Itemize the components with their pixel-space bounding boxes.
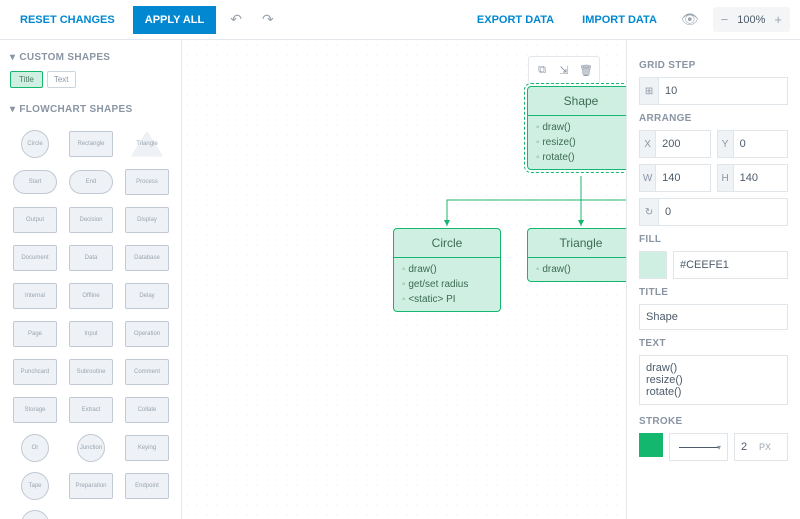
palette-storage[interactable]: Storage [10,393,60,427]
stroke-label: STROKE [639,416,788,427]
node-body: draw()resize()rotate() [528,116,626,169]
flowchart-shapes-header[interactable]: ▾FLOWCHART SHAPES [0,92,181,123]
node-body: draw()get/set radius<static> PI [394,258,500,311]
node-title: Shape [528,87,626,116]
text-input[interactable] [639,355,788,405]
palette-display[interactable]: Display [122,203,172,237]
node-shape[interactable]: Shapedraw()resize()rotate()↻ [527,86,626,170]
palette-junction[interactable]: Junction [66,431,116,465]
palette-tape[interactable]: Tape [10,469,60,503]
palette-start[interactable]: Start [10,165,60,199]
palette-input[interactable]: Input [66,317,116,351]
y-input[interactable]: Y [717,130,789,158]
palette-endpoint[interactable]: Endpoint [122,469,172,503]
fill-hex-input[interactable] [673,251,788,279]
palette-circle[interactable]: Circle [10,127,60,161]
text-prop-label: TEXT [639,338,788,349]
grid-icon: ⊞ [640,78,659,104]
grid-step-input[interactable]: ⊞ [639,77,788,105]
palette-or[interactable]: Or [10,431,60,465]
palette-page[interactable]: Page [10,317,60,351]
fill-color-swatch[interactable] [639,251,667,279]
palette-database[interactable]: Database [122,241,172,275]
palette-end[interactable]: End [66,165,116,199]
width-input[interactable]: W [639,164,711,192]
palette-punchcard[interactable]: Punchcard [10,355,60,389]
palette-subroutine[interactable]: Subroutine [66,355,116,389]
palette-triangle[interactable]: Triangle [122,127,172,161]
palette-document[interactable]: Document [10,241,60,275]
node-circle[interactable]: Circledraw()get/set radius<static> PI [393,228,501,312]
title-input[interactable] [639,304,788,330]
palette-delay[interactable]: Delay [122,279,172,313]
shape-sidebar: ▾CUSTOM SHAPES TitleText ▾FLOWCHART SHAP… [0,40,182,519]
palette-internal[interactable]: Internal [10,279,60,313]
palette-keying[interactable]: Keying [122,431,172,465]
palette-output[interactable]: Output [10,203,60,237]
connect-icon[interactable]: ⇲ [554,60,574,80]
chevron-down-icon: ▾ [717,443,721,452]
stroke-style-select[interactable]: ▾ [669,433,728,461]
x-input[interactable]: X [639,130,711,158]
zoom-value: 100% [737,14,765,26]
node-triangle[interactable]: Triangledraw() [527,228,626,282]
zoom-out-icon[interactable]: − [715,9,735,30]
preview-icon[interactable]: 👁 [675,5,705,34]
node-toolbar: ⧉ ⇲ 🗑 [528,56,600,84]
properties-panel: GRID STEP ⊞ ARRANGE X Y W H ↻ FILL TITLE… [626,40,800,519]
palette-decision[interactable]: Decision [66,203,116,237]
custom-shape-text[interactable]: Text [47,71,76,88]
reset-changes-button[interactable]: RESET CHANGES [10,7,125,33]
palette-collate[interactable]: Collate [122,393,172,427]
palette-process[interactable]: Process [122,165,172,199]
palette-offline[interactable]: Offline [66,279,116,313]
chevron-down-icon: ▾ [10,52,15,63]
delete-icon[interactable]: 🗑 [576,60,596,80]
stroke-color-swatch[interactable] [639,433,663,457]
fill-label: FILL [639,234,788,245]
chevron-down-icon: ▾ [10,104,15,115]
diagram-canvas[interactable]: ⧉ ⇲ 🗑 Shapedraw()resize()rotate()↻ Circle… [182,40,626,519]
node-title: Circle [394,229,500,258]
top-toolbar: RESET CHANGES APPLY ALL ↶ ↷ EXPORT DATA … [0,0,800,40]
copy-icon[interactable]: ⧉ [532,60,552,80]
zoom-control: − 100% + [713,7,790,32]
palette-rectangle[interactable]: Rectangle [66,127,116,161]
export-data-button[interactable]: EXPORT DATA [467,7,564,33]
palette-preparation[interactable]: Preparation [66,469,116,503]
node-body: draw() [528,258,626,281]
node-title: Triangle [528,229,626,258]
apply-all-button[interactable]: APPLY ALL [133,6,217,34]
stroke-width-input[interactable]: PX [734,433,788,461]
palette-comment[interactable]: Comment [122,355,172,389]
zoom-in-icon[interactable]: + [768,9,788,30]
rotate-icon: ↻ [640,199,659,225]
palette-roll[interactable]: Roll [10,507,60,519]
title-prop-label: TITLE [639,287,788,298]
palette-data[interactable]: Data [66,241,116,275]
height-input[interactable]: H [717,164,789,192]
import-data-button[interactable]: IMPORT DATA [572,7,667,33]
undo-icon[interactable]: ↶ [224,5,248,34]
custom-shape-title[interactable]: Title [10,71,43,88]
custom-shapes-header[interactable]: ▾CUSTOM SHAPES [0,40,181,71]
angle-input[interactable]: ↻ [639,198,788,226]
redo-icon[interactable]: ↷ [256,5,280,34]
palette-extract[interactable]: Extract [66,393,116,427]
grid-step-label: GRID STEP [639,60,788,71]
palette-operation[interactable]: Operation [122,317,172,351]
arrange-label: ARRANGE [639,113,788,124]
